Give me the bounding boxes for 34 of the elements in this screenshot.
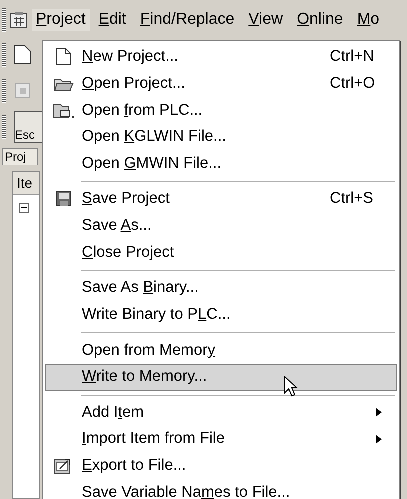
- menu-item[interactable]: Save Project Ctrl+S: [45, 186, 397, 213]
- folder-device-icon: [53, 102, 75, 120]
- menu-title[interactable]: View: [244, 8, 288, 32]
- save-icon: [56, 191, 72, 208]
- menu-item[interactable]: Save As Binary...: [45, 275, 397, 302]
- menu-title[interactable]: Online: [292, 8, 348, 32]
- menu-item[interactable]: Open from PLC...: [45, 97, 397, 124]
- menu-item[interactable]: Close Project: [45, 239, 397, 266]
- menu-item[interactable]: Open Project... Ctrl+O: [45, 70, 397, 98]
- cursor-icon: [284, 376, 298, 398]
- submenu-arrow-icon: [376, 434, 382, 444]
- column-header: Ite: [13, 172, 39, 195]
- menu-item[interactable]: Open from Memory: [45, 337, 397, 364]
- panel-tab[interactable]: Proj: [2, 148, 38, 165]
- submenu-arrow-icon: [376, 408, 382, 418]
- menu-title[interactable]: Find/Replace: [135, 8, 240, 32]
- menu-item[interactable]: Open GMWIN File...: [45, 150, 397, 178]
- menu-title[interactable]: Mo: [352, 8, 385, 32]
- menu-item[interactable]: Write to Memory...: [45, 364, 397, 391]
- menu-item[interactable]: Add Item: [45, 400, 397, 426]
- menu-title[interactable]: Project: [32, 9, 90, 31]
- menu-item[interactable]: Save Variable Names to File...: [45, 479, 397, 499]
- app-icon[interactable]: [10, 11, 28, 29]
- document-icon: [56, 48, 72, 66]
- menu-item[interactable]: New Project... Ctrl+N: [45, 44, 397, 71]
- menu-title[interactable]: Edit: [94, 8, 132, 32]
- menu-item[interactable]: Export to File...: [45, 452, 397, 480]
- escape-button[interactable]: Esc: [14, 111, 44, 143]
- menu-item[interactable]: Open KGLWIN File...: [45, 124, 397, 151]
- menu-item[interactable]: Write Binary to PLC...: [45, 302, 397, 328]
- document-icon[interactable]: [14, 45, 32, 65]
- menu-item[interactable]: Save As...: [45, 212, 397, 240]
- menu-item[interactable]: Import Item from File: [45, 426, 397, 453]
- collapse-icon[interactable]: [19, 203, 29, 213]
